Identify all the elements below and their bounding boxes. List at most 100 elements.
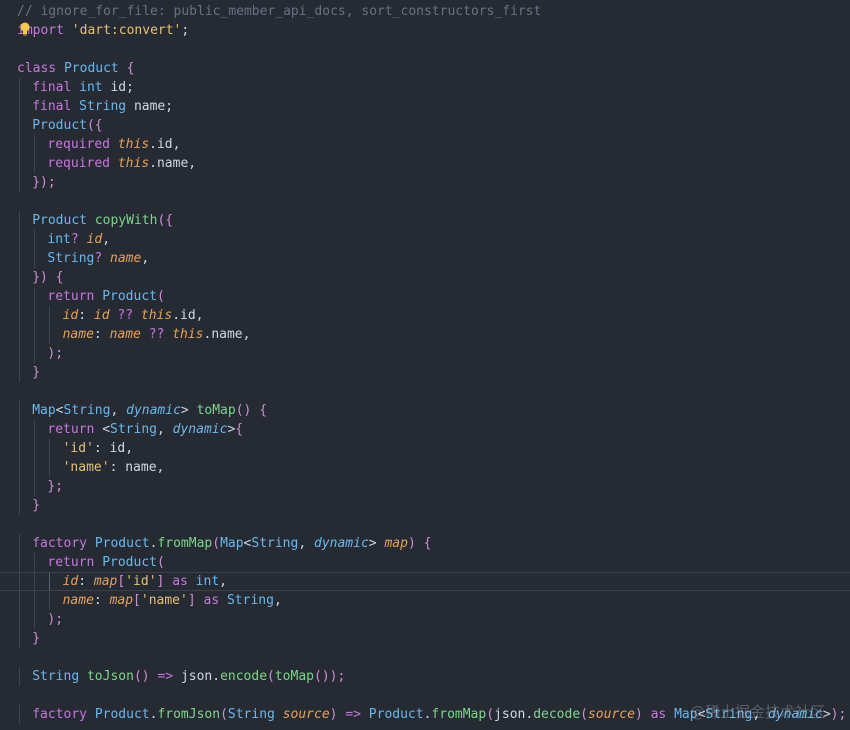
code-line[interactable]: name: name ?? this.name, xyxy=(0,325,850,344)
code-token: Map xyxy=(220,536,244,551)
code-line[interactable]: class Product { xyxy=(0,59,850,78)
code-token: ; xyxy=(165,99,174,114)
indent-guide xyxy=(19,573,20,590)
indent-guide xyxy=(49,325,51,344)
code-line[interactable]: String toJson() => json.encode(toMap()); xyxy=(0,667,850,686)
code-line[interactable]: } xyxy=(0,629,850,648)
code-token: Product xyxy=(32,118,87,133)
code-line[interactable]: }; xyxy=(0,477,850,496)
code-text: }); xyxy=(32,173,55,192)
code-token: String xyxy=(226,593,274,608)
code-token: }) xyxy=(32,270,48,285)
code-token: ( xyxy=(580,707,588,722)
code-token: 'id' xyxy=(62,441,94,456)
indent-guide xyxy=(34,420,36,439)
code-editor[interactable]: // ignore_for_file: public_member_api_do… xyxy=(0,0,850,730)
code-line[interactable]: required this.id, xyxy=(0,135,850,154)
code-token: as xyxy=(650,707,667,722)
code-line[interactable]: Map<String, dynamic> toMap() { xyxy=(0,401,850,420)
code-line[interactable]: }); xyxy=(0,173,850,192)
code-line[interactable]: ); xyxy=(0,344,850,363)
code-text: import 'dart:convert'; xyxy=(17,21,189,40)
code-line[interactable] xyxy=(0,192,850,211)
code-token: } xyxy=(32,365,41,380)
code-line[interactable]: id: map['id'] as int, xyxy=(0,572,850,591)
indent-guide xyxy=(34,325,36,344)
code-line[interactable]: } xyxy=(0,363,850,382)
code-token: ( xyxy=(156,289,165,304)
code-line[interactable]: Product({ xyxy=(0,116,850,135)
code-token: id xyxy=(93,308,110,323)
indent-guide xyxy=(19,344,20,363)
code-token: , xyxy=(273,593,282,608)
code-line[interactable]: import 'dart:convert'; xyxy=(0,21,850,40)
code-token: [ xyxy=(133,593,141,608)
code-token: , xyxy=(156,422,173,437)
code-line[interactable] xyxy=(0,515,850,534)
code-text: factory Product.fromMap(Map<String, dyna… xyxy=(32,534,431,553)
code-token: 'dart:convert' xyxy=(71,23,182,38)
code-text: id: id ?? this.id, xyxy=(63,306,204,325)
code-token: ({ xyxy=(86,118,103,133)
code-line[interactable]: String? name, xyxy=(0,249,850,268)
code-line[interactable]: final String name; xyxy=(0,97,850,116)
code-text: int? id, xyxy=(47,230,110,249)
code-line[interactable] xyxy=(0,648,850,667)
code-token: ({ xyxy=(157,213,174,228)
code-token: int xyxy=(195,574,220,589)
indent-guide xyxy=(19,173,20,192)
code-line[interactable]: 'id': id, xyxy=(0,439,850,458)
code-line[interactable]: 'name': name, xyxy=(0,458,850,477)
code-token: this xyxy=(117,137,150,152)
code-token: fromMap xyxy=(431,707,487,722)
indent-guide xyxy=(19,325,20,344)
code-token: // ignore_for_file: public_member_api_do… xyxy=(17,4,542,19)
code-line[interactable]: int? id, xyxy=(0,230,850,249)
code-token: map xyxy=(109,593,134,608)
code-token: .id xyxy=(149,137,173,152)
code-text: return Product( xyxy=(47,553,164,572)
code-line[interactable]: factory Product.fromMap(Map<String, dyna… xyxy=(0,534,850,553)
code-line[interactable]: } xyxy=(0,496,850,515)
code-line[interactable]: final int id; xyxy=(0,78,850,97)
code-token: ( xyxy=(212,536,221,551)
code-line[interactable]: Product copyWith({ xyxy=(0,211,850,230)
code-line[interactable]: return Product( xyxy=(0,553,850,572)
indent-guide xyxy=(19,78,20,97)
code-line[interactable]: required this.name, xyxy=(0,154,850,173)
indent-guide xyxy=(34,306,36,325)
code-line[interactable] xyxy=(0,40,850,59)
indent-guide xyxy=(34,154,36,173)
code-token: id xyxy=(62,574,79,589)
code-token: ; xyxy=(126,80,134,95)
code-token: dynamic xyxy=(126,403,181,418)
lightbulb-icon[interactable] xyxy=(19,22,31,36)
code-line[interactable]: id: id ?? this.id, xyxy=(0,306,850,325)
code-token: String xyxy=(79,99,127,114)
code-token: .name xyxy=(203,327,243,342)
code-token: as xyxy=(172,574,188,589)
code-line[interactable] xyxy=(0,382,850,401)
code-line[interactable]: // ignore_for_file: public_member_api_do… xyxy=(0,2,850,21)
code-text: name: map['name'] as String, xyxy=(63,591,282,610)
code-token: => xyxy=(157,669,174,684)
code-line[interactable]: return Product( xyxy=(0,287,850,306)
code-token: ?? xyxy=(148,327,165,342)
code-line[interactable]: ); xyxy=(0,610,850,629)
code-line[interactable]: return <String, dynamic>{ xyxy=(0,420,850,439)
code-token: > xyxy=(368,536,385,551)
code-line[interactable]: }) { xyxy=(0,268,850,287)
code-token: , xyxy=(141,251,150,266)
code-line[interactable]: name: map['name'] as String, xyxy=(0,591,850,610)
indent-guide xyxy=(19,249,20,268)
code-token: ( xyxy=(267,669,275,684)
indent-guide xyxy=(19,610,20,629)
code-token: Map xyxy=(32,403,56,418)
code-token: dynamic xyxy=(314,536,369,551)
